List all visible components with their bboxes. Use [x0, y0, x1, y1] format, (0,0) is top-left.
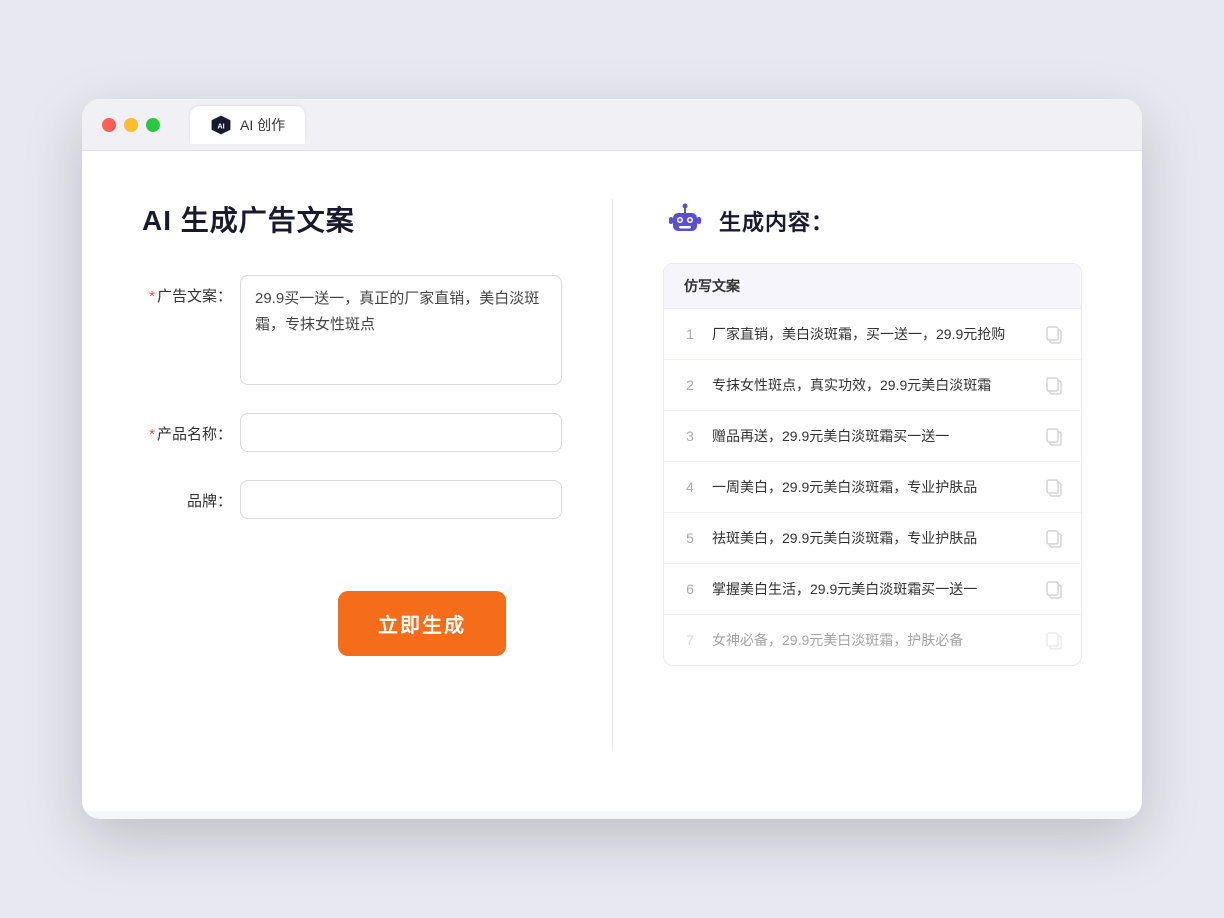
row-number: 6: [680, 581, 700, 597]
copy-icon[interactable]: [1043, 527, 1065, 549]
result-header: 生成内容：: [663, 199, 1082, 243]
table-header: 仿写文案: [664, 264, 1081, 309]
copy-icon[interactable]: [1043, 374, 1065, 396]
table-row: 7 女神必备，29.9元美白淡斑霜，护肤必备: [664, 615, 1081, 665]
svg-text:AI: AI: [217, 121, 224, 130]
row-number: 4: [680, 479, 700, 495]
table-row: 4 一周美白，29.9元美白淡斑霜，专业护肤品: [664, 462, 1081, 513]
minimize-button[interactable]: [124, 118, 138, 132]
maximize-button[interactable]: [146, 118, 160, 132]
copy-icon[interactable]: [1043, 323, 1065, 345]
row-number: 1: [680, 326, 700, 342]
brand-label: 品牌：: [142, 480, 232, 511]
required-star-ad: *: [149, 288, 155, 305]
product-label: *产品名称：: [142, 413, 232, 444]
copy-icon[interactable]: [1043, 629, 1065, 651]
row-text: 专抹女性斑点，真实功效，29.9元美白淡斑霜: [712, 375, 1031, 396]
result-title: 生成内容：: [719, 205, 834, 237]
page-title: AI 生成广告文案: [142, 199, 562, 239]
result-rows: 1 厂家直销，美白淡斑霜，买一送一，29.9元抢购 2 专抹女性斑点，真实功效，29…: [664, 309, 1081, 665]
ad-copy-textarea[interactable]: 29.9买一送一，真正的厂家直销，美白淡斑霜，专抹女性斑点: [240, 275, 562, 385]
row-text: 厂家直销，美白淡斑霜，买一送一，29.9元抢购: [712, 324, 1031, 345]
table-row: 1 厂家直销，美白淡斑霜，买一送一，29.9元抢购: [664, 309, 1081, 360]
close-button[interactable]: [102, 118, 116, 132]
result-table: 仿写文案 1 厂家直销，美白淡斑霜，买一送一，29.9元抢购 2 专抹女性斑点，真实…: [663, 263, 1082, 666]
product-name-row: *产品名称： 美白淡斑霜: [142, 413, 562, 452]
ad-copy-row: *广告文案： 29.9买一送一，真正的厂家直销，美白淡斑霜，专抹女性斑点: [142, 275, 562, 385]
ad-copy-label: *广告文案：: [142, 275, 232, 306]
copy-icon[interactable]: [1043, 476, 1065, 498]
copy-icon[interactable]: [1043, 425, 1065, 447]
browser-content: AI 生成广告文案 *广告文案： 29.9买一送一，真正的厂家直销，美白淡斑霜，…: [82, 151, 1142, 811]
row-number: 2: [680, 377, 700, 393]
row-number: 7: [680, 632, 700, 648]
required-star-product: *: [149, 426, 155, 443]
row-text: 一周美白，29.9元美白淡斑霜，专业护肤品: [712, 477, 1031, 498]
generate-button[interactable]: 立即生成: [338, 591, 506, 656]
panel-divider: [612, 199, 613, 751]
product-input[interactable]: 美白淡斑霜: [240, 413, 562, 452]
robot-icon: [663, 199, 707, 243]
row-text: 祛斑美白，29.9元美白淡斑霜，专业护肤品: [712, 528, 1031, 549]
traffic-lights: [102, 118, 160, 132]
left-panel: AI 生成广告文案 *广告文案： 29.9买一送一，真正的厂家直销，美白淡斑霜，…: [142, 199, 562, 751]
tab-label: AI 创作: [240, 115, 285, 135]
copy-icon[interactable]: [1043, 578, 1065, 600]
row-number: 3: [680, 428, 700, 444]
table-row: 5 祛斑美白，29.9元美白淡斑霜，专业护肤品: [664, 513, 1081, 564]
table-row: 3 赠品再送，29.9元美白淡斑霜买一送一: [664, 411, 1081, 462]
browser-window: AI AI 创作 AI 生成广告文案 *广告文案： 29.9买一送一，真正的厂家…: [82, 99, 1142, 819]
table-row: 6 掌握美白生活，29.9元美白淡斑霜买一送一: [664, 564, 1081, 615]
row-number: 5: [680, 530, 700, 546]
brand-input[interactable]: 好白: [240, 480, 562, 519]
titlebar: AI AI 创作: [82, 99, 1142, 151]
ai-tab-icon: AI: [210, 114, 232, 136]
row-text: 掌握美白生活，29.9元美白淡斑霜买一送一: [712, 579, 1031, 600]
tab-ai-creation[interactable]: AI AI 创作: [190, 106, 305, 144]
brand-row: 品牌： 好白: [142, 480, 562, 519]
row-text: 赠品再送，29.9元美白淡斑霜买一送一: [712, 426, 1031, 447]
table-row: 2 专抹女性斑点，真实功效，29.9元美白淡斑霜: [664, 360, 1081, 411]
row-text: 女神必备，29.9元美白淡斑霜，护肤必备: [712, 630, 1031, 651]
right-panel: 生成内容： 仿写文案 1 厂家直销，美白淡斑霜，买一送一，29.9元抢购 2 专抹女…: [663, 199, 1082, 751]
